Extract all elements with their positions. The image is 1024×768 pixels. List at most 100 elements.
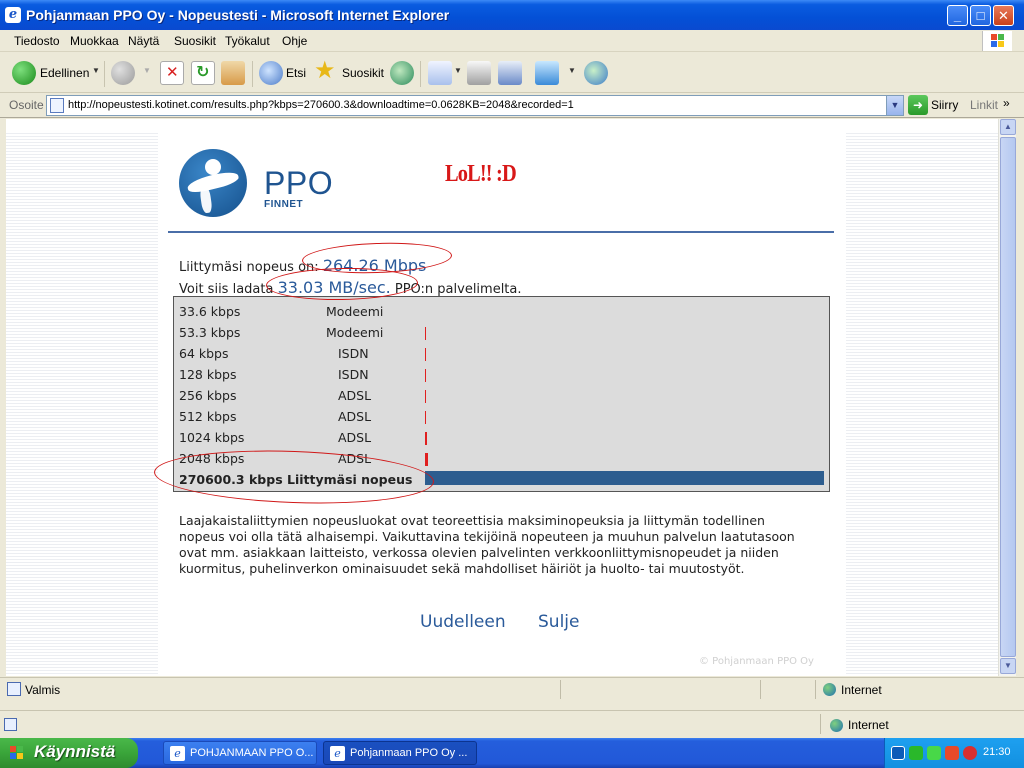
toolbar: Edellinen ▼ ▼ ✕ ↻ Etsi ★ Suosikit ▼ ▼	[0, 53, 1024, 93]
security-zone-secondary: Internet	[848, 718, 889, 732]
speed-bar	[425, 327, 426, 340]
clock[interactable]: 21:30	[983, 746, 1011, 758]
left-background-pattern	[6, 131, 158, 676]
network-icon[interactable]	[909, 746, 923, 760]
result-speed-bar	[425, 471, 824, 485]
alert-icon[interactable]	[963, 746, 977, 760]
system-tray: 21:30	[884, 738, 1024, 768]
speed-bar	[425, 369, 426, 382]
tray-arrow-icon[interactable]	[891, 746, 905, 760]
page-status-icon	[4, 718, 17, 731]
internet-zone-icon	[830, 719, 843, 732]
taskbar-item-active[interactable]: e Pohjanmaan PPO Oy ...	[323, 741, 477, 765]
address-label: Osoite	[9, 98, 44, 112]
print-icon[interactable]	[467, 61, 491, 85]
start-button[interactable]: Käynnistä	[0, 738, 138, 768]
messenger-dropdown-icon[interactable]: ▼	[568, 66, 576, 75]
address-input[interactable]: http://nopeustesti.kotinet.com/results.p…	[46, 95, 904, 116]
menu-favorites[interactable]: Suosikit	[174, 34, 216, 48]
scroll-up-icon[interactable]: ▲	[1000, 119, 1016, 135]
favorites-star-icon[interactable]: ★	[314, 59, 338, 83]
contacts-icon[interactable]	[584, 61, 608, 85]
retry-link[interactable]: Uudelleen	[420, 612, 506, 632]
refresh-icon[interactable]: ↻	[191, 61, 215, 85]
speed-bar	[425, 411, 426, 424]
address-dropdown-icon[interactable]: ▼	[886, 96, 903, 115]
annotation-text: LoL!! :D	[445, 161, 517, 187]
internet-explorer-icon: e	[170, 746, 185, 761]
status-divider	[560, 680, 561, 699]
toolbar-separator	[104, 61, 105, 87]
favorites-button-label[interactable]: Suosikit	[342, 66, 384, 80]
security-icon[interactable]	[945, 746, 959, 760]
close-button[interactable]: ✕	[993, 5, 1014, 26]
copyright-text: © Pohjanmaan PPO Oy	[699, 656, 814, 667]
page-status-icon	[7, 682, 21, 696]
toolbar-separator	[252, 61, 253, 87]
header-divider	[168, 231, 834, 233]
mail-dropdown-icon[interactable]: ▼	[454, 66, 462, 75]
status-text: Valmis	[25, 683, 61, 697]
search-button-label[interactable]: Etsi	[286, 66, 306, 80]
speed-bar	[425, 453, 428, 466]
taskbar-item[interactable]: e POHJANMAAN PPO O...	[163, 741, 317, 765]
back-arrow-icon[interactable]	[12, 61, 36, 85]
minimize-button[interactable]: _	[947, 5, 968, 26]
logo-text: PPO	[264, 165, 334, 201]
speed-bar	[425, 432, 427, 445]
menu-bar: Tiedosto Muokkaa Näytä Suosikit Työkalut…	[0, 30, 1024, 52]
status-bar: Valmis Internet	[0, 677, 1024, 701]
go-arrow-icon[interactable]: ➜	[908, 95, 928, 115]
history-icon[interactable]	[390, 61, 414, 85]
windows-logo-icon	[982, 31, 1012, 51]
links-label[interactable]: Linkit	[970, 98, 998, 112]
page-viewport: PPO FINNET LoL!! :D Liittymäsi nopeus on…	[6, 119, 998, 676]
address-url[interactable]: http://nopeustesti.kotinet.com/results.p…	[68, 99, 574, 111]
toolbar-separator	[420, 61, 421, 87]
security-zone: Internet	[841, 683, 882, 697]
page-content: PPO FINNET LoL!! :D Liittymäsi nopeus on…	[153, 131, 844, 676]
start-label[interactable]: Käynnistä	[34, 742, 115, 762]
windows-logo-icon	[10, 746, 24, 760]
secondary-status-bar: Internet	[0, 710, 1024, 738]
edit-icon[interactable]	[498, 61, 522, 85]
ppo-logo-icon	[179, 149, 247, 217]
description-text: Laajakaistaliittymien nopeusluokat ovat …	[179, 513, 795, 576]
title-bar: e Pohjanmaan PPO Oy - Nopeustesti - Micr…	[0, 0, 1024, 30]
internet-explorer-icon: e	[5, 7, 21, 23]
status-divider	[815, 680, 816, 699]
speed-bar	[425, 348, 426, 361]
antivirus-icon[interactable]	[927, 746, 941, 760]
menu-help[interactable]: Ohje	[282, 34, 307, 48]
back-dropdown-icon[interactable]: ▼	[92, 66, 100, 75]
logo-subtext: FINNET	[264, 199, 304, 210]
scroll-down-icon[interactable]: ▼	[1000, 658, 1016, 674]
close-link[interactable]: Sulje	[538, 612, 579, 632]
download-prefix: Voit siis ladata	[179, 282, 274, 297]
menu-view[interactable]: Näytä	[128, 34, 159, 48]
taskbar: Käynnistä e POHJANMAAN PPO O... e Pohjan…	[0, 738, 1024, 768]
scrollbar-thumb[interactable]	[1000, 137, 1016, 657]
menu-tools[interactable]: Työkalut	[225, 34, 270, 48]
home-icon[interactable]	[221, 61, 245, 85]
right-background-pattern	[846, 131, 998, 676]
status-divider	[760, 680, 761, 699]
stop-icon[interactable]: ✕	[160, 61, 184, 85]
go-button-label[interactable]: Siirry	[931, 98, 958, 112]
menu-edit[interactable]: Muokkaa	[70, 34, 119, 48]
mail-icon[interactable]	[428, 61, 452, 85]
menu-file[interactable]: Tiedosto	[14, 34, 60, 48]
speed-bar	[425, 390, 426, 403]
vertical-scrollbar[interactable]: ▲ ▼	[998, 119, 1016, 676]
address-bar: Osoite http://nopeustesti.kotinet.com/re…	[0, 94, 1024, 118]
forward-arrow-icon[interactable]	[111, 61, 135, 85]
window-title: Pohjanmaan PPO Oy - Nopeustesti - Micros…	[26, 7, 450, 23]
messenger-icon[interactable]	[535, 61, 559, 85]
search-icon[interactable]	[259, 61, 283, 85]
links-chevron-icon[interactable]: »	[1003, 96, 1010, 110]
internet-explorer-icon: e	[330, 746, 345, 761]
forward-dropdown-icon[interactable]: ▼	[143, 66, 151, 75]
maximize-button[interactable]: □	[970, 5, 991, 26]
back-button-label[interactable]: Edellinen	[40, 66, 89, 80]
page-icon	[50, 98, 64, 113]
